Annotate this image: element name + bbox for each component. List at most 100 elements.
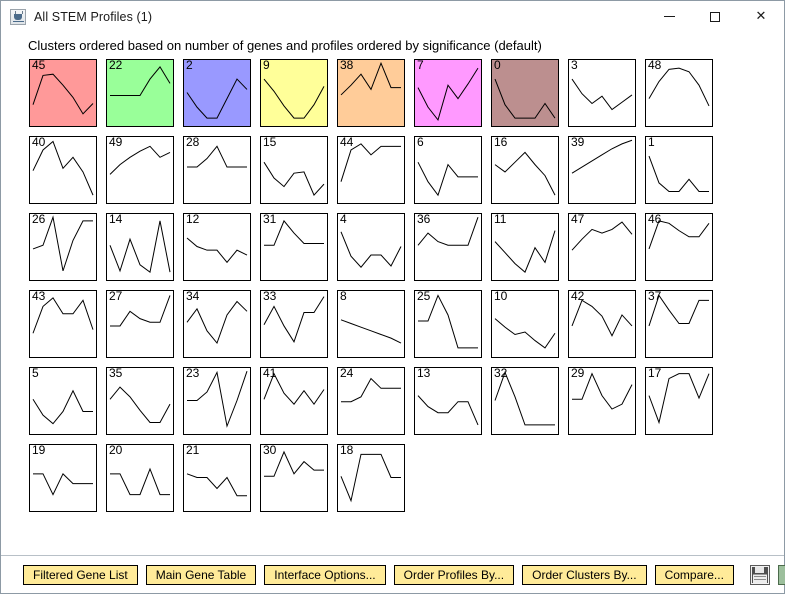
profile-cell[interactable]: 7 [414,59,482,127]
profile-cell[interactable]: 11 [491,213,559,281]
profile-sparkline [569,137,635,203]
profile-cell[interactable]: 26 [29,213,97,281]
floppy-lines [753,575,766,582]
profile-cell[interactable]: 21 [183,444,251,512]
profile-cell[interactable]: 19 [29,444,97,512]
profile-sparkline [184,60,250,126]
profile-cell[interactable]: 39 [568,136,636,204]
profile-sparkline [184,368,250,434]
profile-cell[interactable]: 20 [106,444,174,512]
profile-cell[interactable]: 36 [414,213,482,281]
profile-cell[interactable]: 13 [414,367,482,435]
profiles-grid-row: 19 20 21 30 18 [29,444,729,512]
profile-sparkline [107,137,173,203]
profile-cell[interactable]: 24 [337,367,405,435]
profiles-grid-row: 45 22 2 9 38 7 0 3 48 [29,59,729,127]
profile-sparkline [569,368,635,434]
profile-sparkline [338,60,404,126]
profile-cell[interactable]: 8 [337,290,405,358]
profile-sparkline [492,137,558,203]
profile-sparkline [569,60,635,126]
profile-cell[interactable]: 22 [106,59,174,127]
profile-sparkline [646,60,712,126]
profile-sparkline [646,291,712,357]
profile-cell[interactable]: 28 [183,136,251,204]
profile-sparkline [415,60,481,126]
close-button[interactable]: ✕ [738,1,784,32]
profile-cell[interactable]: 47 [568,213,636,281]
profile-cell[interactable]: 23 [183,367,251,435]
profiles-grid-row: 43 27 34 33 8 25 10 42 37 [29,290,729,358]
profile-cell[interactable]: 2 [183,59,251,127]
close-icon: ✕ [755,9,767,24]
profile-sparkline [30,137,96,203]
profile-cell[interactable]: 30 [260,444,328,512]
profile-cell[interactable]: 4 [337,213,405,281]
profile-cell[interactable]: 34 [183,290,251,358]
profile-cell[interactable]: 12 [183,213,251,281]
minimize-button[interactable] [646,1,692,32]
floppy-shutter [754,566,765,573]
profile-sparkline [338,291,404,357]
profile-cell[interactable]: 46 [645,213,713,281]
profile-cell[interactable]: 15 [260,136,328,204]
profile-sparkline [107,368,173,434]
save-floppy-icon[interactable] [749,564,770,585]
profile-cell[interactable]: 17 [645,367,713,435]
profile-cell[interactable]: 35 [106,367,174,435]
maximize-icon [710,11,720,22]
profile-cell[interactable]: 27 [106,290,174,358]
profile-cell[interactable]: 3 [568,59,636,127]
profiles-grid-row: 5 35 23 41 24 13 32 29 17 [29,367,729,435]
profile-sparkline [261,291,327,357]
profile-sparkline [646,214,712,280]
profile-sparkline [492,368,558,434]
profile-cell[interactable]: 18 [337,444,405,512]
profiles-grid-row: 40 49 28 15 44 6 16 39 1 [29,136,729,204]
profiles-grid-row: 26 14 12 31 4 36 11 47 46 [29,213,729,281]
interface-options-button[interactable]: Interface Options... [264,564,386,585]
main-gene-table-button[interactable]: Main Gene Table [145,564,257,585]
profile-cell[interactable]: 16 [491,136,559,204]
icon-cup [14,13,22,20]
order-profiles-by-button[interactable]: Order Profiles By... [393,564,515,585]
profile-cell[interactable]: 9 [260,59,328,127]
order-clusters-by-button[interactable]: Order Clusters By... [522,564,647,585]
profile-cell[interactable]: 14 [106,213,174,281]
profile-cell[interactable]: 40 [29,136,97,204]
question-mark-glyph: ? [779,565,785,581]
profile-sparkline [415,214,481,280]
profile-sparkline [338,445,404,511]
profile-sparkline [646,137,712,203]
profile-cell[interactable]: 6 [414,136,482,204]
profile-cell[interactable]: 44 [337,136,405,204]
profile-sparkline [261,60,327,126]
profile-cell[interactable]: 25 [414,290,482,358]
profile-sparkline [184,137,250,203]
maximize-button[interactable] [692,1,738,32]
profile-cell[interactable]: 31 [260,213,328,281]
profile-sparkline [107,445,173,511]
compare-button[interactable]: Compare... [654,564,734,585]
profile-cell[interactable]: 0 [491,59,559,127]
profile-sparkline [107,214,173,280]
profile-cell[interactable]: 45 [29,59,97,127]
profile-cell[interactable]: 49 [106,136,174,204]
profile-cell[interactable]: 29 [568,367,636,435]
profile-cell[interactable]: 5 [29,367,97,435]
profile-cell[interactable]: 48 [645,59,713,127]
profile-cell[interactable]: 32 [491,367,559,435]
profile-cell[interactable]: 1 [645,136,713,204]
profile-cell[interactable]: 10 [491,290,559,358]
filtered-gene-list-button[interactable]: Filtered Gene List [23,564,138,585]
profile-cell[interactable]: 38 [337,59,405,127]
profile-cell[interactable]: 43 [29,290,97,358]
java-coffee-cup-icon [10,8,26,25]
help-question-icon[interactable]: ? [777,564,785,585]
profile-cell[interactable]: 37 [645,290,713,358]
minimize-icon [663,16,675,17]
profile-cell[interactable]: 41 [260,367,328,435]
profile-cell[interactable]: 33 [260,290,328,358]
profile-cell[interactable]: 42 [568,290,636,358]
profile-sparkline [30,214,96,280]
